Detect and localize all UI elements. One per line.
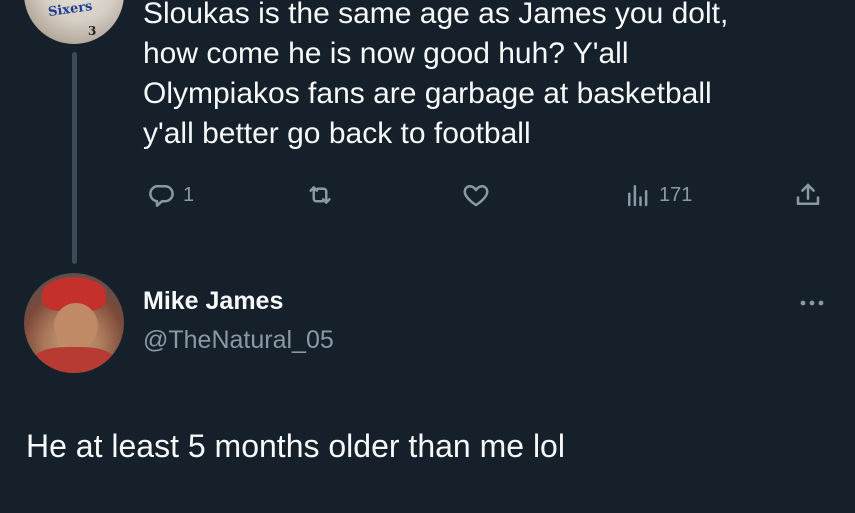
views-button[interactable]: 171 [623, 180, 692, 210]
retweet-button[interactable] [305, 180, 335, 210]
reply-tweet-header: Mike James @TheNatural_05 [24, 273, 834, 373]
author-display-name[interactable]: Mike James [143, 287, 283, 316]
avatar-shirt-shape [34, 347, 114, 373]
tweet-text-line: Olympiakos fans are garbage at basketbal… [143, 77, 712, 110]
parent-author-avatar[interactable]: Sixers 3 [24, 0, 124, 44]
heart-icon [463, 185, 489, 207]
share-button[interactable] [793, 180, 823, 210]
reply-tweet-text: He at least 5 months older than me lol [26, 428, 565, 464]
share-icon [796, 183, 820, 205]
reply-count: 1 [183, 183, 195, 206]
thread-connector-line [72, 52, 77, 264]
author-handle[interactable]: @TheNatural_05 [143, 326, 334, 355]
avatar-jersey-number: 3 [88, 24, 97, 38]
tweet-text-line: how come he is now good huh? Y'all [143, 37, 629, 70]
more-options-button[interactable] [796, 293, 828, 313]
avatar-jersey-text: Sixers [47, 0, 94, 21]
more-icon [800, 300, 824, 306]
tweet-text-line: y'all better go back to football [143, 117, 531, 150]
reply-button[interactable]: 1 [147, 180, 194, 210]
reply-author-avatar[interactable] [24, 273, 124, 373]
tweet-action-bar: 1 171 [143, 180, 833, 220]
reply-icon [149, 184, 174, 207]
avatar-face-shape [54, 303, 98, 349]
tweet-text-line: Sloukas is the same age as James you dol… [143, 0, 729, 30]
views-icon [628, 185, 648, 207]
retweet-icon [309, 186, 331, 204]
like-button[interactable] [461, 180, 491, 210]
parent-tweet-text: Sloukas is the same age as James you dol… [143, 0, 823, 154]
views-count: 171 [659, 183, 693, 206]
